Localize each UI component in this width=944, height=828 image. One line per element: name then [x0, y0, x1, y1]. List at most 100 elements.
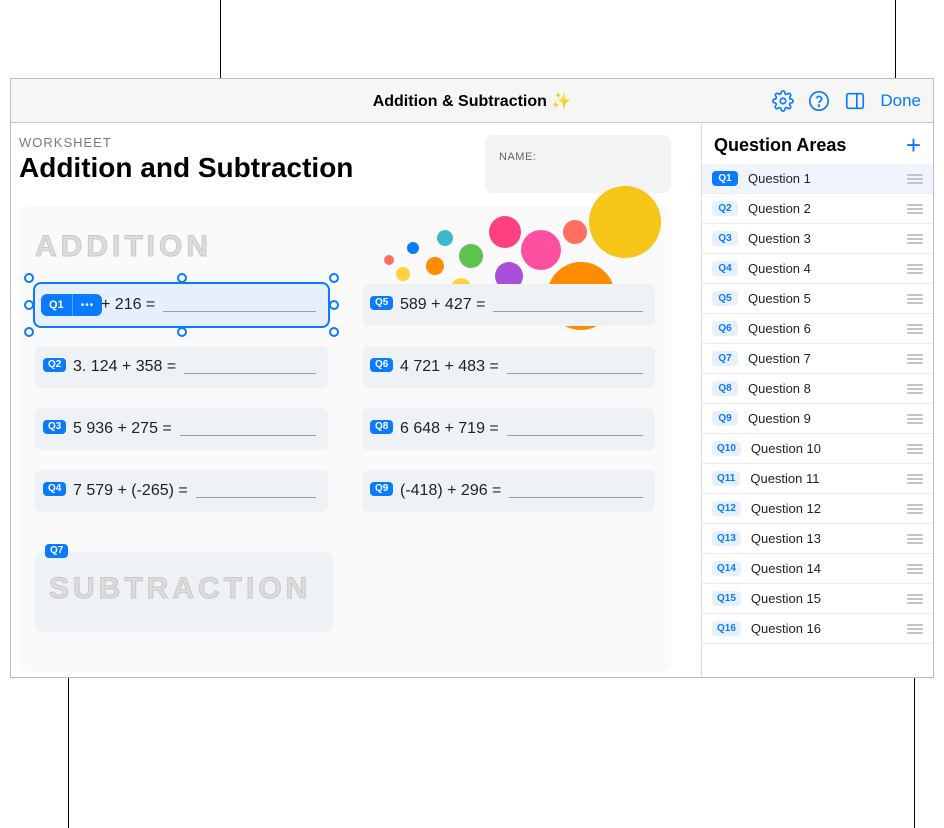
question-row-q13[interactable]: Q13Question 13 [702, 524, 933, 554]
question-badge: Q5 [370, 296, 393, 310]
question-row-q4[interactable]: Q4Question 4 [702, 254, 933, 284]
resize-handle[interactable] [177, 273, 187, 283]
question-badge: Q8 [370, 420, 393, 434]
sidebar-toggle-icon[interactable] [844, 90, 866, 112]
drag-handle-icon[interactable] [907, 174, 923, 184]
bubble [589, 186, 661, 258]
question-row-q16[interactable]: Q16Question 16 [702, 614, 933, 644]
question-badge: Q9 [370, 482, 393, 496]
callout-line-panel [914, 678, 915, 828]
problem-text: 4 721 + 483 = [400, 358, 499, 376]
worksheet-canvas[interactable]: WORKSHEET Addition and Subtraction NAME:… [11, 123, 701, 677]
question-badge: Q7 [712, 351, 738, 366]
drag-handle-icon[interactable] [907, 234, 923, 244]
drag-handle-icon[interactable] [907, 264, 923, 274]
drag-handle-icon[interactable] [907, 564, 923, 574]
drag-handle-icon[interactable] [907, 534, 923, 544]
problem-text: 5 936 + 275 = [73, 420, 172, 438]
drag-handle-icon[interactable] [907, 414, 923, 424]
question-row-q8[interactable]: Q8Question 8 [702, 374, 933, 404]
drag-handle-icon[interactable] [907, 474, 923, 484]
question-badge: Q3 [712, 231, 738, 246]
question-badge: Q6 [712, 321, 738, 336]
subtraction-block[interactable]: Q7 SUBTRACTION [35, 552, 333, 632]
problem-text: 589 + 427 = [400, 296, 485, 314]
resize-handle[interactable] [329, 327, 339, 337]
question-row-q15[interactable]: Q15Question 15 [702, 584, 933, 614]
drag-handle-icon[interactable] [907, 594, 923, 604]
question-badge: Q3 [43, 420, 66, 434]
problem-q1[interactable]: Q1•••+ 216 = [35, 284, 328, 326]
add-question-button[interactable]: + [906, 138, 921, 154]
answer-blank[interactable] [493, 298, 643, 312]
question-badge: Q14 [712, 561, 741, 576]
question-label: Question 14 [751, 561, 897, 576]
question-row-q2[interactable]: Q2 Question 2 [702, 194, 933, 224]
drag-handle-icon[interactable] [907, 384, 923, 394]
bubble [489, 216, 521, 248]
drag-handle-icon[interactable] [907, 444, 923, 454]
question-row-q11[interactable]: Q11Question 11 [702, 464, 933, 494]
problem-q3[interactable]: Q3 5 936 + 275 = [35, 408, 328, 450]
done-button[interactable]: Done [880, 91, 921, 111]
drag-handle-icon[interactable] [907, 324, 923, 334]
more-icon[interactable]: ••• [72, 294, 103, 316]
question-row-q3[interactable]: Q3 Question 3 [702, 224, 933, 254]
question-row-q1[interactable]: Q1Question 1 [702, 164, 933, 194]
app-window: Addition & Subtraction ✨ [10, 78, 934, 678]
problem-q6[interactable]: Q64 721 + 483 = [362, 346, 655, 388]
answer-blank[interactable] [184, 360, 316, 374]
settings-icon[interactable] [772, 90, 794, 112]
question-label: Question 2 [748, 201, 897, 216]
resize-handle[interactable] [329, 300, 339, 310]
answer-blank[interactable] [507, 422, 643, 436]
answer-blank[interactable] [163, 298, 316, 312]
question-label: Question 3 [748, 231, 897, 246]
name-field[interactable]: NAME: [485, 135, 671, 193]
resize-handle[interactable] [177, 327, 187, 337]
drag-handle-icon[interactable] [907, 624, 923, 634]
drag-handle-icon[interactable] [907, 294, 923, 304]
help-icon[interactable] [808, 90, 830, 112]
drag-handle-icon[interactable] [907, 354, 923, 364]
question-list[interactable]: Q1Question 1Q2Question 2Q3Question 3Q4Qu… [702, 164, 933, 677]
answer-blank[interactable] [196, 484, 316, 498]
problem-q2[interactable]: Q23. 124 + 358 = [35, 346, 328, 388]
answer-blank[interactable] [180, 422, 316, 436]
question-row-q10[interactable]: Q10Question 10 [702, 434, 933, 464]
worksheet: WORKSHEET Addition and Subtraction NAME:… [19, 135, 671, 672]
question-row-q6[interactable]: Q6Question 6 [702, 314, 933, 344]
question-row-q7[interactable]: Q7Question 7 [702, 344, 933, 374]
question-row-q9[interactable]: Q9Question 9 [702, 404, 933, 434]
question-row-q14[interactable]: Q14 Question 14 [702, 554, 933, 584]
problem-text: 6 648 + 719 = [400, 420, 499, 438]
problem-q9[interactable]: Q9(-418) + 296 = [362, 470, 655, 512]
resize-handle[interactable] [329, 273, 339, 283]
drag-handle-icon[interactable] [907, 204, 923, 214]
resize-handle[interactable] [24, 273, 34, 283]
problem-text: + 216 = [101, 296, 155, 314]
question-row-q5[interactable]: Q5Question 5 [702, 284, 933, 314]
bubble [563, 220, 587, 244]
problem-q8[interactable]: Q8 6 648 + 719 = [362, 408, 655, 450]
question-areas-panel: Question Areas + Q1Question 1Q2Question … [701, 123, 933, 677]
question-badge: Q13 [712, 531, 741, 546]
problem-q4[interactable]: Q47 579 + (-265) = [35, 470, 328, 512]
bubble [437, 230, 453, 246]
bubble [426, 257, 444, 275]
problem-q5[interactable]: Q5 589 + 427 = [362, 284, 655, 326]
drag-handle-icon[interactable] [907, 504, 923, 514]
resize-handle[interactable] [24, 300, 34, 310]
selected-question-badge[interactable]: Q1••• [41, 294, 102, 316]
toolbar: Addition & Subtraction ✨ [11, 79, 933, 123]
question-badge: Q4 [712, 261, 738, 276]
question-label: Question 8 [748, 381, 897, 396]
resize-handle[interactable] [24, 327, 34, 337]
question-label: Question 12 [751, 501, 897, 516]
answer-blank[interactable] [509, 484, 643, 498]
bubble [407, 242, 419, 254]
question-badge: Q2 [712, 201, 738, 216]
question-label: Question 5 [748, 291, 897, 306]
question-row-q12[interactable]: Q12Question 12 [702, 494, 933, 524]
answer-blank[interactable] [507, 360, 643, 374]
